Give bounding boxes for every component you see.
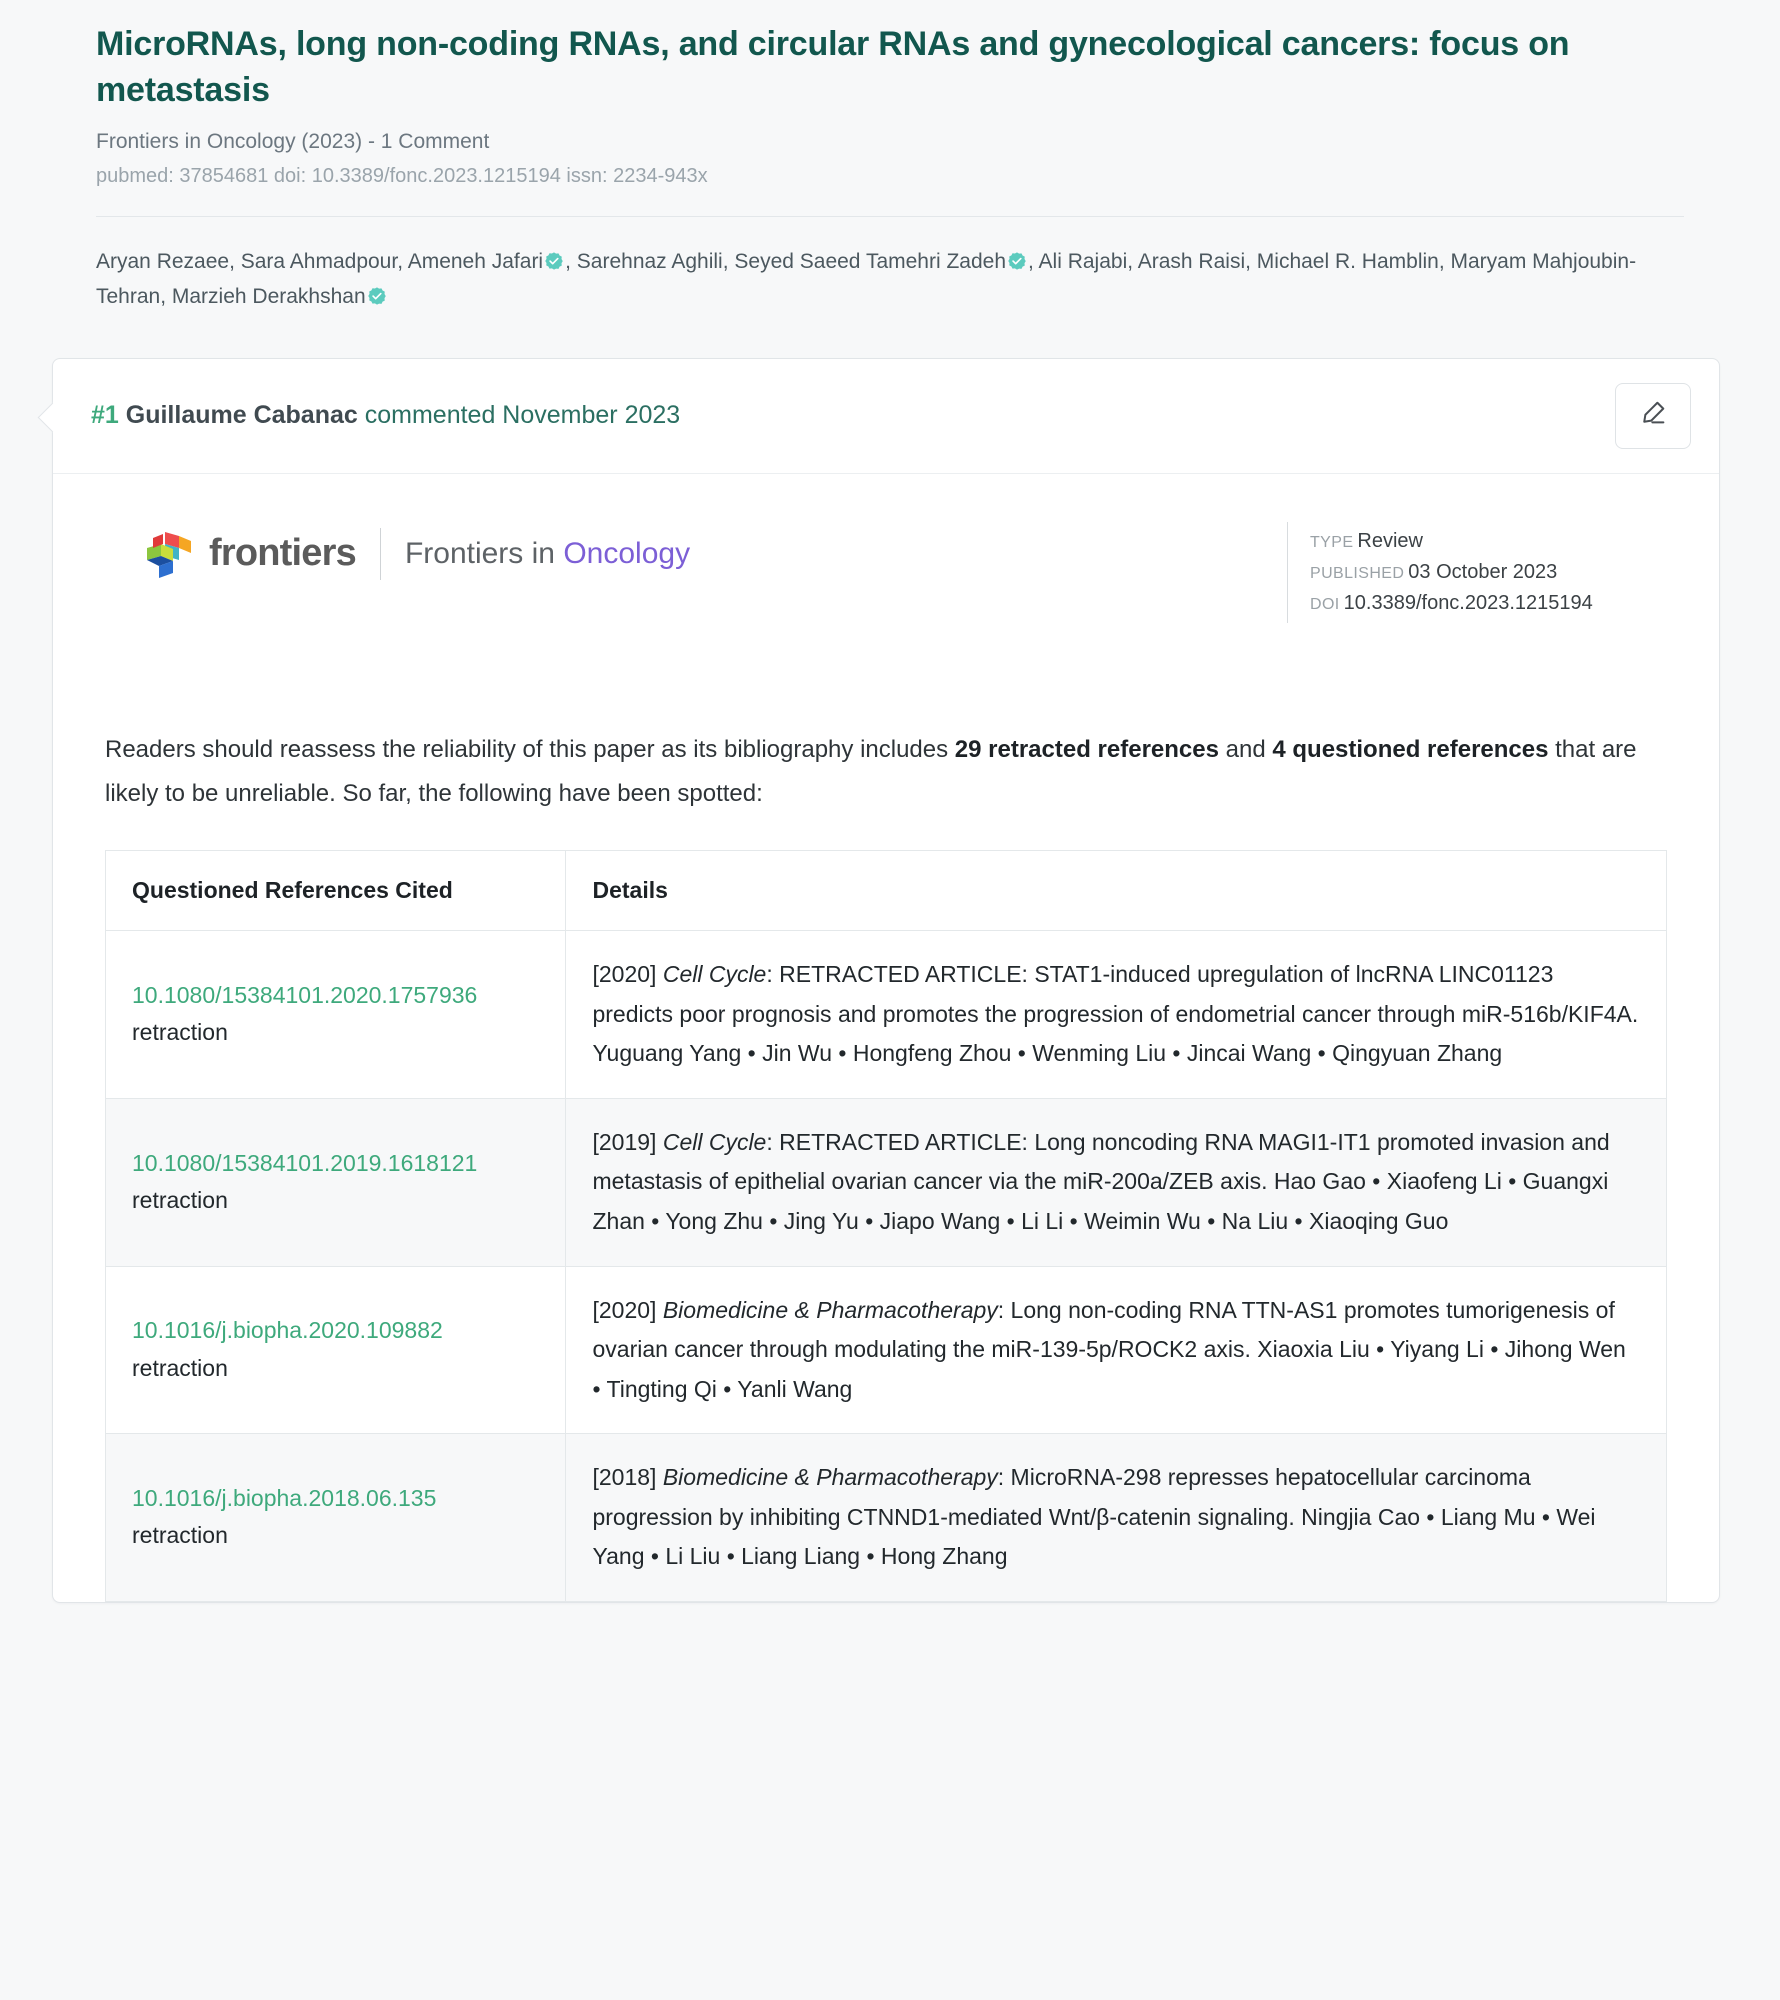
paper-venue: Frontiers in Oncology (2023) - 1 Comment: [96, 130, 490, 154]
paper-header: MicroRNAs, long non-coding RNAs, and cir…: [0, 0, 1780, 358]
details-cell: [2020] Cell Cycle: RETRACTED ARTICLE: ST…: [565, 930, 1667, 1099]
meta-doi-value: 10.3389/fonc.2023.1215194: [1343, 591, 1593, 614]
detail-journal: Cell Cycle: [662, 1128, 767, 1155]
divider: [96, 216, 1684, 218]
table-row: 10.1080/15384101.2019.1618121 retraction…: [105, 1098, 1667, 1267]
comment-number: #1: [91, 401, 119, 430]
journal-title: Oncology: [563, 536, 691, 570]
detail-year: [2020]: [592, 961, 663, 988]
detail-year: [2019]: [592, 1128, 663, 1155]
detail-year: [2020]: [592, 1296, 663, 1323]
reference-kind: retraction: [132, 1019, 228, 1046]
doi-link[interactable]: 10.1080/15384101.2020.1757936: [132, 978, 539, 1013]
detail-journal: Cell Cycle: [662, 961, 767, 988]
reference-kind: retraction: [132, 1187, 228, 1214]
meta-type-value: Review: [1357, 529, 1423, 552]
doi-link[interactable]: 10.1080/15384101.2019.1618121: [132, 1146, 539, 1181]
verified-badge-icon: [367, 283, 387, 305]
questioned-count: 4 questioned references: [1272, 735, 1549, 763]
comment-author[interactable]: Guillaume Cabanac: [126, 401, 358, 429]
meta-published-label: PUBLISHED: [1310, 564, 1405, 582]
doi-link[interactable]: 10.1016/j.biopha.2020.109882: [132, 1313, 539, 1348]
meta-doi-row: DOI 10.3389/fonc.2023.1215194: [1310, 588, 1667, 619]
frontiers-brand: frontiers Frontiers in Oncology: [143, 522, 690, 580]
meta-type-row: TYPE Review: [1310, 526, 1667, 557]
detail-journal: Biomedicine & Pharmacotherapy: [662, 1296, 998, 1323]
frontiers-banner: frontiers Frontiers in Oncology TYPE Revi…: [105, 510, 1667, 650]
meta-published-row: PUBLISHED 03 October 2023: [1310, 557, 1667, 588]
author-segment-1: Aryan Rezaee, Sara Ahmadpour, Ameneh Jaf…: [96, 250, 544, 274]
comment-action: commented November 2023: [364, 401, 681, 430]
brand-divider: [379, 527, 381, 580]
reference-kind: retraction: [132, 1522, 228, 1549]
column-header-references: Questioned References Cited: [105, 850, 567, 932]
meta-doi-label: DOI: [1310, 595, 1340, 613]
details-cell: [2018] Biomedicine & Pharmacotherapy: Mi…: [565, 1433, 1667, 1602]
reference-cell: 10.1080/15384101.2019.1618121 retraction: [105, 1098, 567, 1267]
journal-name: Frontiers in Oncology: [405, 537, 690, 571]
table-row: 10.1080/15384101.2020.1757936 retraction…: [105, 930, 1667, 1099]
reference-cell: 10.1080/15384101.2020.1757936 retraction: [105, 930, 567, 1099]
meta-type-label: TYPE: [1310, 533, 1354, 551]
author-segment-2: , Sarehnaz Aghili, Seyed Saeed Tamehri Z…: [565, 250, 1007, 274]
table-header-row: Questioned References Cited Details: [105, 850, 1667, 932]
details-cell: [2020] Biomedicine & Pharmacotherapy: Lo…: [565, 1266, 1667, 1435]
lede-text-1: Readers should reassess the reliability …: [105, 735, 955, 763]
detail-journal: Biomedicine & Pharmacotherapy: [662, 1464, 998, 1491]
pencil-edit-icon: [1638, 398, 1668, 433]
comment-lede: Readers should reassess the reliability …: [105, 728, 1665, 817]
doi-link[interactable]: 10.1016/j.biopha.2018.06.135: [132, 1481, 539, 1516]
reference-cell: 10.1016/j.biopha.2020.109882 retraction: [105, 1266, 567, 1435]
questioned-references-table: Questioned References Cited Details 10.1…: [105, 850, 1667, 1602]
comment-card: #1 Guillaume Cabanac commented November …: [52, 357, 1720, 1603]
details-cell: [2019] Cell Cycle: RETRACTED ARTICLE: Lo…: [565, 1098, 1667, 1267]
author-list: Aryan Rezaee, Sara Ahmadpour, Ameneh Jaf…: [96, 245, 1684, 357]
reference-cell: 10.1016/j.biopha.2018.06.135 retraction: [105, 1433, 567, 1602]
frontiers-wordmark: frontiers: [209, 532, 357, 575]
table-row: 10.1016/j.biopha.2020.109882 retraction …: [105, 1266, 1667, 1435]
frontiers-cubes-logo: [143, 528, 195, 580]
detail-year: [2018]: [592, 1464, 663, 1491]
comment-header: #1 Guillaume Cabanac commented November …: [53, 359, 1719, 474]
article-meta: TYPE Review PUBLISHED 03 October 2023 DOI 1…: [1287, 521, 1667, 624]
column-header-details: Details: [565, 850, 1667, 932]
page-title: MicroRNAs, long non-coding RNAs, and cir…: [96, 25, 1570, 109]
meta-published-value: 03 October 2023: [1408, 560, 1558, 583]
edit-comment-button[interactable]: [1615, 382, 1691, 449]
comment-body: frontiers Frontiers in Oncology TYPE Revi…: [53, 474, 1719, 1602]
table-row: 10.1016/j.biopha.2018.06.135 retraction …: [105, 1433, 1667, 1602]
verified-badge-icon: [1007, 248, 1027, 271]
lede-text-2: and: [1218, 735, 1273, 763]
paper-identifiers: pubmed: 37854681 doi: 10.3389/fonc.2023.…: [96, 165, 708, 188]
verified-badge-icon: [544, 248, 564, 271]
comment-card-wrapper: #1 Guillaume Cabanac commented November …: [0, 357, 1780, 1603]
comment-byline: #1 Guillaume Cabanac commented November …: [91, 399, 680, 432]
journal-prefix: Frontiers in: [404, 536, 564, 570]
reference-kind: retraction: [132, 1354, 228, 1381]
retracted-count: 29 retracted references: [954, 735, 1219, 763]
